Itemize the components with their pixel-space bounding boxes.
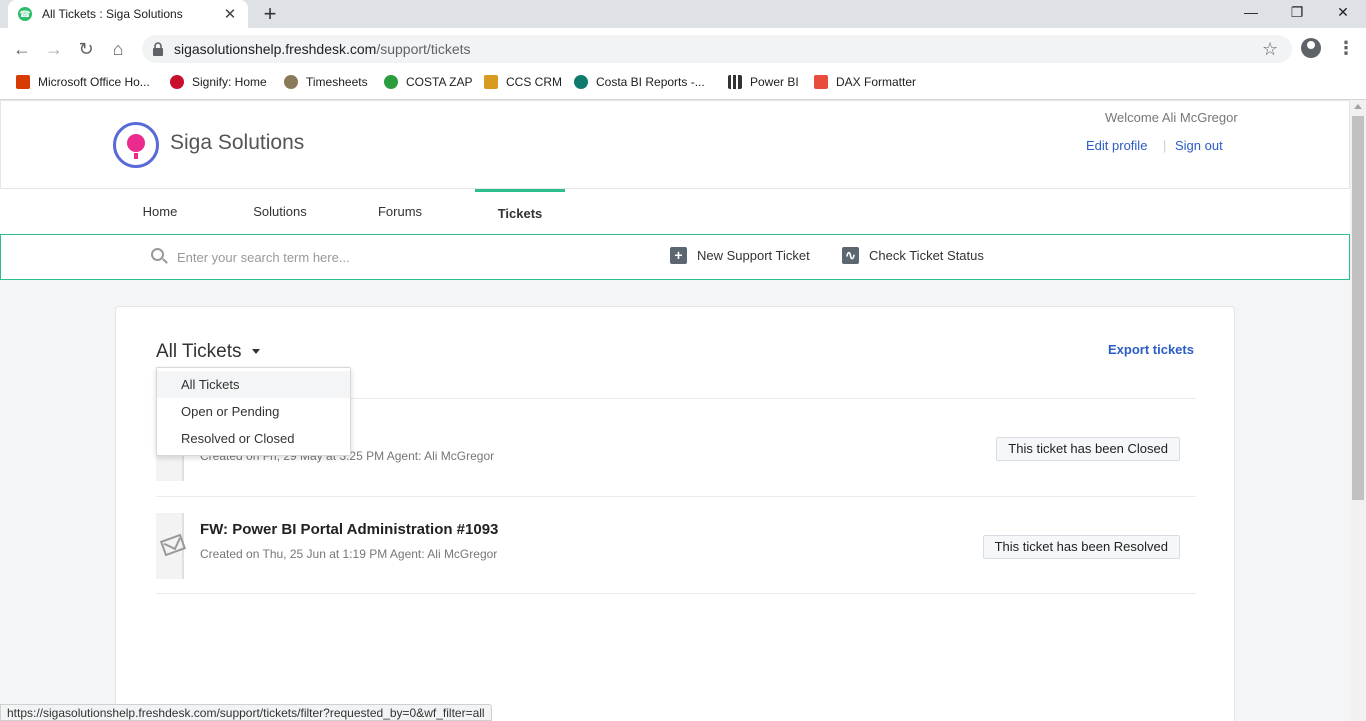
new-support-ticket-label: New Support Ticket (697, 247, 810, 263)
check-ticket-status-link[interactable]: ∿ Check Ticket Status (842, 244, 984, 266)
nav-solutions[interactable]: Solutions (235, 189, 325, 234)
filter-dropdown-menu: All Tickets Open or Pending Resolved or … (156, 367, 351, 456)
nav-tickets[interactable]: Tickets (475, 189, 565, 234)
reload-icon[interactable]: ↻ (74, 37, 98, 61)
minimize-button[interactable]: — (1236, 2, 1266, 22)
ticket-row[interactable]: FW: Power BI Portal Administration #1093… (156, 496, 1196, 594)
filter-option-resolved-closed[interactable]: Resolved or Closed (157, 425, 350, 452)
office-icon (16, 75, 30, 89)
ticket-filter-dropdown[interactable]: All Tickets (156, 341, 242, 363)
search-icon (151, 248, 164, 261)
bookmark-timesheets[interactable]: Timesheets (284, 73, 368, 91)
sign-out-link[interactable]: Sign out (1175, 138, 1223, 153)
ticket-title[interactable]: FW: Power BI Portal Administration #1093 (200, 521, 498, 538)
new-tab-button[interactable]: + (259, 2, 281, 26)
email-envelope-icon (159, 533, 187, 557)
filter-option-open-pending[interactable]: Open or Pending (157, 398, 350, 425)
siga-logo-icon[interactable] (113, 122, 159, 168)
freshdesk-favicon-icon: ☎ (18, 7, 32, 21)
url-path: /support/tickets (376, 41, 471, 57)
check-ticket-status-label: Check Ticket Status (869, 247, 984, 263)
restore-button[interactable]: ❐ (1282, 2, 1312, 22)
bookmark-costa-zap[interactable]: COSTA ZAP (384, 73, 472, 91)
nav-forums[interactable]: Forums (355, 189, 445, 234)
portal-header: Siga Solutions Welcome Ali McGregor Edit… (0, 100, 1350, 189)
ticket-type-indicator (156, 513, 187, 579)
bookmark-ccs-crm[interactable]: CCS CRM (484, 73, 562, 91)
browser-menu-icon[interactable]: ⋮ (1337, 38, 1355, 59)
url-text[interactable]: sigasolutionshelp.freshdesk.com/support/… (174, 41, 471, 57)
timesheets-icon (284, 75, 298, 89)
portal-nav: Home Solutions Forums Tickets (0, 189, 1350, 234)
plus-icon: + (670, 246, 687, 264)
sharepoint-icon (574, 75, 588, 89)
new-support-ticket-link[interactable]: + New Support Ticket (670, 244, 810, 266)
costa-zap-icon (384, 75, 398, 89)
scrollbar-thumb[interactable] (1352, 116, 1364, 500)
bookmark-signify-home[interactable]: Signify: Home (170, 73, 267, 91)
filter-option-all-tickets[interactable]: All Tickets (157, 371, 350, 398)
caret-down-icon[interactable] (252, 349, 260, 354)
logo-stem (134, 153, 138, 159)
ticket-meta: Created on Thu, 25 Jun at 1:19 PM Agent:… (200, 547, 498, 561)
back-icon[interactable]: ← (10, 37, 34, 61)
nav-home[interactable]: Home (120, 189, 200, 234)
signify-icon (170, 75, 184, 89)
tab-title: All Tickets : Siga Solutions (42, 7, 183, 21)
forward-icon[interactable]: → (42, 37, 66, 61)
header-separator: | (1163, 138, 1167, 153)
url-domain: sigasolutionshelp.freshdesk.com (174, 41, 377, 57)
lock-icon (153, 42, 163, 56)
profile-avatar-icon[interactable] (1301, 38, 1321, 58)
status-bar-url: https://sigasolutionshelp.freshdesk.com/… (0, 704, 492, 721)
bookmark-star-icon[interactable]: ☆ (1262, 39, 1278, 60)
pulse-icon: ∿ (842, 246, 859, 264)
edit-profile-link[interactable]: Edit profile (1086, 138, 1147, 153)
bookmark-costa-bi-reports[interactable]: Costa BI Reports -... (574, 73, 705, 91)
bookmark-dax-formatter[interactable]: DAX Formatter (814, 73, 916, 91)
status-badge: This ticket has been Resolved (982, 535, 1180, 559)
crm-icon (484, 75, 498, 89)
dax-formatter-icon (814, 75, 828, 89)
export-tickets-link[interactable]: Export tickets (1108, 342, 1194, 357)
home-icon[interactable]: ⌂ (106, 37, 130, 61)
bookmark-microsoft-office[interactable]: Microsoft Office Ho... (16, 73, 150, 91)
search-input[interactable] (177, 245, 637, 269)
welcome-text: Welcome Ali McGregor (1105, 110, 1238, 125)
bookmark-power-bi[interactable]: Power BI (728, 73, 799, 91)
search-bar: + New Support Ticket ∿ Check Ticket Stat… (0, 234, 1350, 280)
tab-close-icon[interactable]: ✕ (222, 5, 238, 23)
browser-tab[interactable]: ☎ All Tickets : Siga Solutions ✕ (8, 0, 248, 28)
close-window-button[interactable]: ✕ (1328, 2, 1358, 22)
brand-name[interactable]: Siga Solutions (170, 131, 304, 155)
scroll-up-arrow-icon[interactable] (1354, 104, 1362, 109)
status-badge: This ticket has been Closed (996, 437, 1180, 461)
power-bi-icon (728, 75, 742, 89)
